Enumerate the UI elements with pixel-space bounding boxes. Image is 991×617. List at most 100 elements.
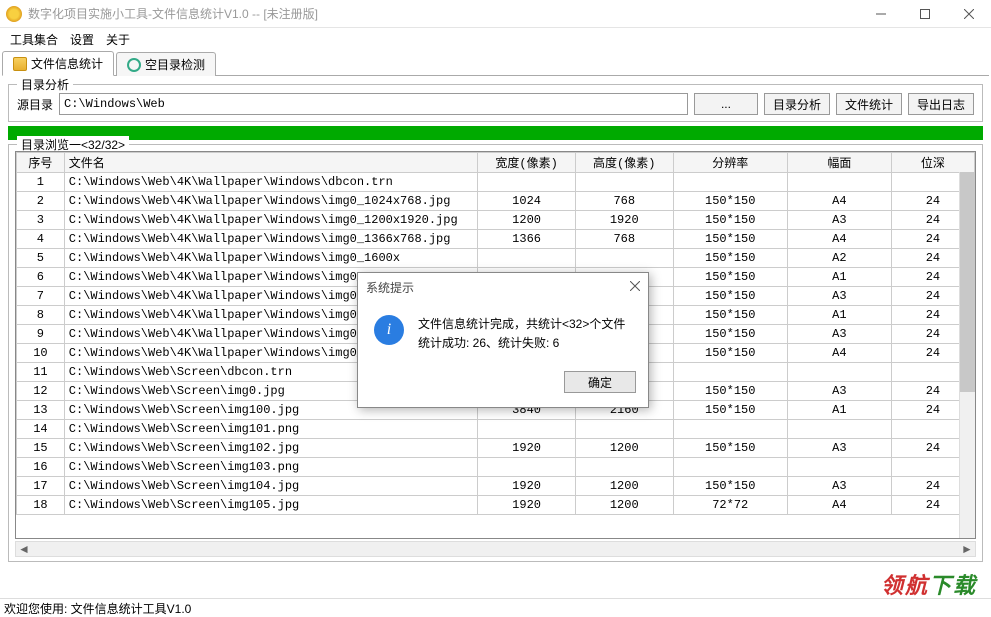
analyze-button[interactable]: 目录分析	[764, 93, 830, 115]
col-bitdepth[interactable]: 位深	[891, 153, 974, 173]
cell-h	[575, 458, 673, 477]
cell-fmt: A4	[787, 496, 891, 515]
cell-w: 1024	[478, 192, 576, 211]
cell-h: 1200	[575, 477, 673, 496]
folder-icon	[13, 57, 27, 71]
close-button[interactable]	[947, 0, 991, 28]
export-button[interactable]: 导出日志	[908, 93, 974, 115]
tab-strip: 文件信息统计 空目录检测	[2, 52, 989, 76]
cell-fmt: A4	[787, 344, 891, 363]
cell-h	[575, 249, 673, 268]
cell-res: 150*150	[673, 306, 787, 325]
table-row[interactable]: 3C:\Windows\Web\4K\Wallpaper\Windows\img…	[17, 211, 975, 230]
table-row[interactable]: 14C:\Windows\Web\Screen\img101.png	[17, 420, 975, 439]
col-resolution[interactable]: 分辨率	[673, 153, 787, 173]
system-dialog: 系统提示 i 文件信息统计完成，共统计<32>个文件 统计成功: 26、统计失败…	[357, 272, 649, 408]
cell-idx: 13	[17, 401, 65, 420]
table-row[interactable]: 17C:\Windows\Web\Screen\img104.jpg192012…	[17, 477, 975, 496]
cell-idx: 9	[17, 325, 65, 344]
cell-h	[575, 420, 673, 439]
cell-fmt: A3	[787, 477, 891, 496]
cell-res	[673, 363, 787, 382]
cell-name: C:\Windows\Web\4K\Wallpaper\Windows\img0…	[64, 230, 477, 249]
cell-idx: 15	[17, 439, 65, 458]
section-legend: 目录分析	[17, 76, 73, 93]
cell-res: 72*72	[673, 496, 787, 515]
table-row[interactable]: 16C:\Windows\Web\Screen\img103.png	[17, 458, 975, 477]
cell-w	[478, 458, 576, 477]
cell-w	[478, 173, 576, 192]
menu-about[interactable]: 关于	[100, 29, 136, 50]
table-row[interactable]: 1C:\Windows\Web\4K\Wallpaper\Windows\dbc…	[17, 173, 975, 192]
tab-file-stats[interactable]: 文件信息统计	[2, 51, 114, 76]
cell-name: C:\Windows\Web\Screen\img103.png	[64, 458, 477, 477]
scroll-left-icon[interactable]: ◄	[16, 541, 32, 557]
cell-h	[575, 173, 673, 192]
cell-fmt: A3	[787, 382, 891, 401]
dialog-titlebar[interactable]: 系统提示	[358, 273, 648, 301]
status-bar: 欢迎您使用: 文件信息统计工具V1.0	[0, 598, 991, 616]
menu-settings[interactable]: 设置	[64, 29, 100, 50]
cell-fmt: A1	[787, 401, 891, 420]
dialog-message: 文件信息统计完成，共统计<32>个文件 统计成功: 26、统计失败: 6	[418, 315, 625, 353]
cell-h: 1920	[575, 211, 673, 230]
cell-fmt: A3	[787, 439, 891, 458]
table-row[interactable]: 18C:\Windows\Web\Screen\img105.jpg192012…	[17, 496, 975, 515]
cell-res: 150*150	[673, 287, 787, 306]
dialog-close-button[interactable]	[630, 280, 640, 294]
cell-fmt	[787, 420, 891, 439]
maximize-button[interactable]	[903, 0, 947, 28]
cell-fmt: A4	[787, 230, 891, 249]
refresh-icon	[127, 58, 141, 72]
info-icon: i	[374, 315, 404, 345]
horizontal-scrollbar[interactable]: ◄ ►	[15, 541, 976, 557]
minimize-button[interactable]	[859, 0, 903, 28]
cell-idx: 5	[17, 249, 65, 268]
cell-w: 1920	[478, 496, 576, 515]
cell-w: 1920	[478, 477, 576, 496]
cell-h: 768	[575, 230, 673, 249]
cell-name: C:\Windows\Web\4K\Wallpaper\Windows\img0…	[64, 192, 477, 211]
dialog-ok-button[interactable]: 确定	[564, 371, 636, 393]
col-filename[interactable]: 文件名	[64, 153, 477, 173]
col-width[interactable]: 宽度(像素)	[478, 153, 576, 173]
cell-name: C:\Windows\Web\Screen\img104.jpg	[64, 477, 477, 496]
cell-name: C:\Windows\Web\Screen\img105.jpg	[64, 496, 477, 515]
scroll-right-icon[interactable]: ►	[959, 541, 975, 557]
titlebar: 数字化项目实施小工具-文件信息统计V1.0 -- [未注册版]	[0, 0, 991, 28]
cell-idx: 7	[17, 287, 65, 306]
cell-fmt: A1	[787, 268, 891, 287]
cell-fmt	[787, 173, 891, 192]
col-index[interactable]: 序号	[17, 153, 65, 173]
table-header-row: 序号 文件名 宽度(像素) 高度(像素) 分辨率 幅面 位深	[17, 153, 975, 173]
cell-fmt: A3	[787, 325, 891, 344]
cell-fmt: A2	[787, 249, 891, 268]
cell-fmt: A3	[787, 211, 891, 230]
browse-button[interactable]: ...	[694, 93, 758, 115]
cell-h: 1200	[575, 439, 673, 458]
cell-idx: 3	[17, 211, 65, 230]
cell-res: 150*150	[673, 192, 787, 211]
table-row[interactable]: 4C:\Windows\Web\4K\Wallpaper\Windows\img…	[17, 230, 975, 249]
tab-label: 文件信息统计	[31, 55, 103, 72]
tab-empty-dir[interactable]: 空目录检测	[116, 52, 216, 76]
col-height[interactable]: 高度(像素)	[575, 153, 673, 173]
app-icon	[6, 6, 22, 22]
vertical-scrollbar[interactable]	[959, 172, 975, 538]
cell-res: 150*150	[673, 211, 787, 230]
cell-idx: 6	[17, 268, 65, 287]
menu-tools[interactable]: 工具集合	[4, 29, 64, 50]
cell-idx: 18	[17, 496, 65, 515]
col-format[interactable]: 幅面	[787, 153, 891, 173]
table-row[interactable]: 15C:\Windows\Web\Screen\img102.jpg192012…	[17, 439, 975, 458]
table-row[interactable]: 5C:\Windows\Web\4K\Wallpaper\Windows\img…	[17, 249, 975, 268]
cell-name: C:\Windows\Web\Screen\img102.jpg	[64, 439, 477, 458]
cell-res: 150*150	[673, 439, 787, 458]
cell-res: 150*150	[673, 268, 787, 287]
cell-res: 150*150	[673, 344, 787, 363]
cell-res: 150*150	[673, 325, 787, 344]
stat-button[interactable]: 文件统计	[836, 93, 902, 115]
source-dir-input[interactable]	[59, 93, 688, 115]
watermark-logo: 领航下载	[881, 568, 977, 600]
table-row[interactable]: 2C:\Windows\Web\4K\Wallpaper\Windows\img…	[17, 192, 975, 211]
